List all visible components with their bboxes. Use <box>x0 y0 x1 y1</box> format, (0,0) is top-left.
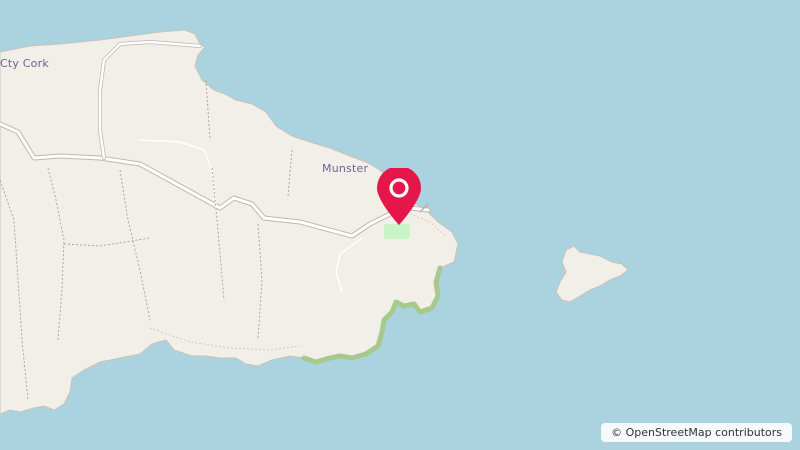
county-label: Cty Cork <box>0 57 49 70</box>
map-attribution[interactable]: © OpenStreetMap contributors <box>601 423 792 442</box>
location-marker[interactable] <box>374 166 424 228</box>
map-pin-icon <box>377 166 421 225</box>
region-label: Munster <box>322 162 369 175</box>
